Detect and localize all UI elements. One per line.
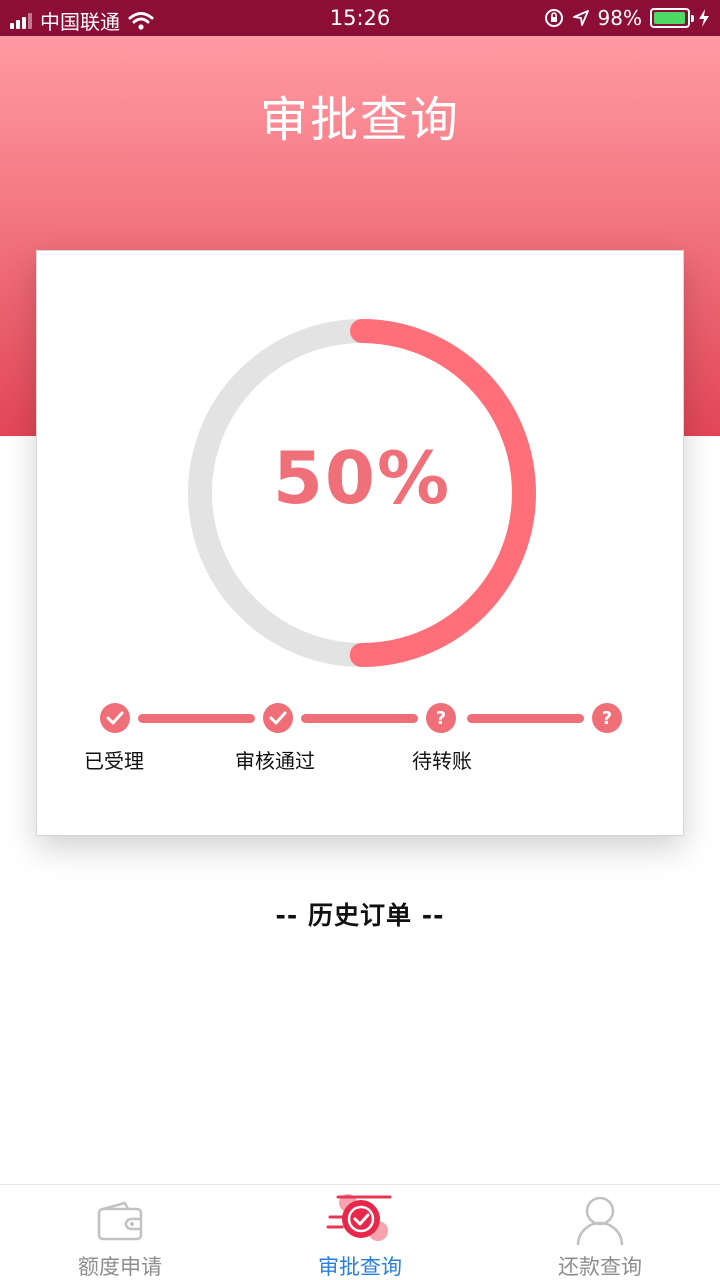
approval-check-icon — [326, 1194, 392, 1241]
tab-repayment-query[interactable]: 还款查询 — [480, 1185, 720, 1280]
page-title: 审批查询 — [259, 92, 460, 148]
step-2-check-icon — [263, 703, 293, 733]
signal-icon — [10, 12, 32, 29]
progress-card: 50% ? ? 已受理 审核通过 待转账 — [36, 250, 684, 836]
step-connector — [301, 714, 418, 723]
step-connector — [138, 714, 255, 723]
orientation-lock-icon — [544, 9, 563, 27]
carrier-label: 中国联通 — [40, 10, 120, 34]
user-icon — [576, 1196, 624, 1246]
tab-repayment-query-label: 还款查询 — [558, 1255, 642, 1279]
step-3-question-icon: ? — [426, 703, 456, 733]
step-label-approved: 审核通过 — [235, 749, 315, 773]
history-orders-title: -- 历史订单 -- — [275, 901, 445, 930]
step-1-check-icon — [100, 703, 130, 733]
step-label-pending-transfer: 待转账 — [412, 749, 472, 773]
battery-percent: 98% — [597, 6, 642, 30]
tab-approval-query[interactable]: 审批查询 — [240, 1185, 480, 1280]
status-bar: 中国联通 15:26 98% — [0, 0, 720, 36]
location-arrow-icon — [572, 10, 589, 26]
step-4-question-icon: ? — [592, 703, 622, 733]
step-connector — [467, 714, 584, 723]
charging-bolt-icon — [699, 9, 709, 27]
wallet-icon — [97, 1201, 143, 1241]
tab-credit-apply-label: 额度申请 — [78, 1255, 162, 1279]
step-label-accepted: 已受理 — [84, 749, 144, 773]
tab-credit-apply[interactable]: 额度申请 — [0, 1185, 240, 1280]
progress-percent: 50% — [272, 436, 452, 520]
battery-icon — [650, 8, 694, 28]
tab-bar: 额度申请 审批查询 还款查询 — [0, 1184, 720, 1280]
wifi-icon — [128, 11, 154, 30]
tab-approval-query-label: 审批查询 — [318, 1255, 402, 1279]
